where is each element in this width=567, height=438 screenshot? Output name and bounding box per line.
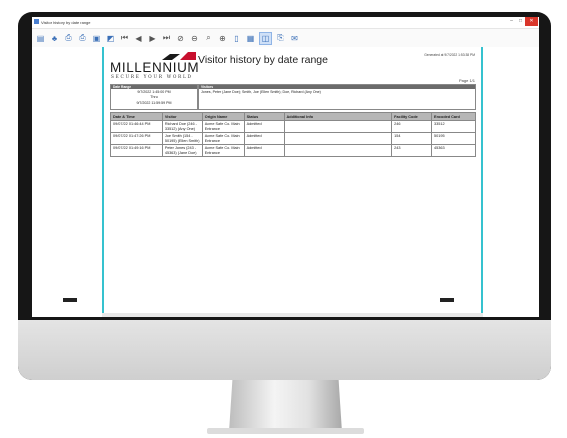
table-cell: 50195 [431, 132, 476, 145]
logo-wordmark: MILLENNIUM [110, 60, 200, 75]
screen-marker-right [440, 298, 454, 302]
visitors-list: Jones, Peter (Jane Doe); Smith, Joe (Ell… [201, 90, 321, 94]
company-logo: MILLENNIUM SECURE YOUR WORLD [110, 51, 200, 81]
single-page-icon[interactable]: ▯ [231, 33, 242, 44]
page-number: Page 1/1 [458, 78, 475, 83]
column-header: Origin Name [201, 112, 245, 121]
column-header: Visitor [161, 112, 203, 121]
table-cell: 154 [391, 132, 433, 145]
table-row: 09/07/22 01:47:26 PM Joe Smith (154 - 501… [110, 132, 476, 145]
page-setup-icon[interactable]: ▣ [91, 33, 102, 44]
table-cell: Richard Doe (246 - 33512) (Any One) [161, 120, 203, 133]
close-button[interactable]: ✕ [525, 17, 538, 26]
date-to: 9/7/2022 11:59:59 PM [136, 101, 172, 105]
column-header: Date & Time [110, 112, 163, 121]
hand-icon[interactable]: ⊘ [175, 33, 186, 44]
table-cell [283, 120, 393, 133]
prev-page-icon[interactable]: ◀ [133, 33, 144, 44]
table-cell: 09/07/22 01:46:44 PM [110, 120, 163, 133]
table-cell: 09/07/22 01:49:16 PM [110, 144, 163, 157]
table-cell: 33512 [431, 120, 476, 133]
column-header: Facility Code [391, 112, 433, 121]
visits-table: Date & Time Visitor Origin Name Status Addit… [110, 112, 476, 157]
next-page-icon[interactable]: ▶ [147, 33, 158, 44]
table-cell: 09/07/22 01:47:26 PM [110, 132, 163, 145]
page-shadow [102, 313, 483, 317]
title-bar: Visitor history by date range – □ ✕ [32, 17, 539, 29]
maximize-button[interactable]: □ [516, 17, 525, 26]
first-page-icon[interactable]: ⏮ [119, 33, 130, 44]
toolbar: ▤ ♣ ⎙ ⎙ ▣ ◩ ⏮ ◀ ▶ ⏭ ⊘ ⊖ ⌕ ⊕ ▯ ▦ ◫ ⎘ ✉ [32, 29, 539, 47]
zoom-dropdown-icon[interactable]: ⌕ [203, 33, 214, 44]
zoom-in-icon[interactable]: ⊕ [217, 33, 228, 44]
save-icon[interactable]: ▤ [35, 33, 46, 44]
table-cell: Acme Safe Co. Main Entrance [201, 120, 245, 133]
table-cell: Admitted [243, 144, 285, 157]
last-page-icon[interactable]: ⏭ [161, 33, 172, 44]
table-cell [283, 144, 393, 157]
email-icon[interactable]: ✉ [289, 33, 300, 44]
scale-icon[interactable]: ◩ [105, 33, 116, 44]
table-row: 09/07/22 01:46:44 PM Richard Doe (246 - 3… [110, 120, 476, 133]
table-cell [283, 132, 393, 145]
print-icon[interactable]: ⎙ [63, 33, 74, 44]
column-header: Encoded Card [431, 112, 476, 121]
binoculars-icon[interactable]: ♣ [49, 33, 60, 44]
generated-timestamp: Generated at 9/7/2022 1:53:38 PM [424, 53, 475, 57]
date-range-box: Date Range 9/7/2022 1:45:00 PM Thru 9/7/… [110, 84, 198, 110]
window-controls: – □ ✕ [507, 17, 538, 26]
screen: Visitor history by date range – □ ✕ ▤ ♣ ⎙ ⎙… [32, 17, 539, 317]
logo-tagline: SECURE YOUR WORLD [111, 75, 193, 80]
table-cell: Peter Jones (243 - 45363) (Jane Doe) [161, 144, 203, 157]
export-icon[interactable]: ⎘ [275, 33, 286, 44]
table-row: 09/07/22 01:49:16 PM Peter Jones (243 - 4… [110, 144, 476, 157]
table-cell: Acme Safe Co. Main Entrance [201, 144, 245, 157]
table-cell: Acme Safe Co. Main Entrance [201, 132, 245, 145]
table-cell: 246 [391, 120, 433, 133]
minimize-button[interactable]: – [507, 17, 516, 26]
report-header: Date Range 9/7/2022 1:45:00 PM Thru 9/7/… [110, 84, 476, 110]
screen-marker-left [63, 298, 77, 302]
report-canvas: MILLENNIUM SECURE YOUR WORLD Visitor his… [102, 47, 483, 317]
monitor-stand-neck [229, 380, 342, 432]
window-title: Visitor history by date range [41, 20, 91, 25]
column-header: Status [243, 112, 285, 121]
table-cell: 45363 [431, 144, 476, 157]
monitor-chin [18, 320, 551, 380]
background-icon[interactable]: ◫ [259, 31, 272, 45]
multi-page-icon[interactable]: ▦ [245, 33, 256, 44]
table-header-row: Date & Time Visitor Origin Name Status Addit… [110, 112, 476, 121]
zoom-out-icon[interactable]: ⊖ [189, 33, 200, 44]
table-cell: 243 [391, 144, 433, 157]
monitor-stand-base [207, 428, 364, 434]
table-cell: Admitted [243, 132, 285, 145]
table-cell: Admitted [243, 120, 285, 133]
report-title: Visitor history by date range [198, 54, 328, 66]
table-cell: Joe Smith (154 - 50195) (Ellen Smith) [161, 132, 203, 145]
app-icon [34, 19, 39, 24]
quick-print-icon[interactable]: ⎙ [77, 33, 88, 44]
logo-mark [162, 52, 196, 60]
visitors-box: Visitors Jones, Peter (Jane Doe); Smith,… [198, 84, 476, 110]
column-header: Additional Info [283, 112, 393, 121]
report-page: MILLENNIUM SECURE YOUR WORLD Visitor his… [104, 47, 481, 317]
